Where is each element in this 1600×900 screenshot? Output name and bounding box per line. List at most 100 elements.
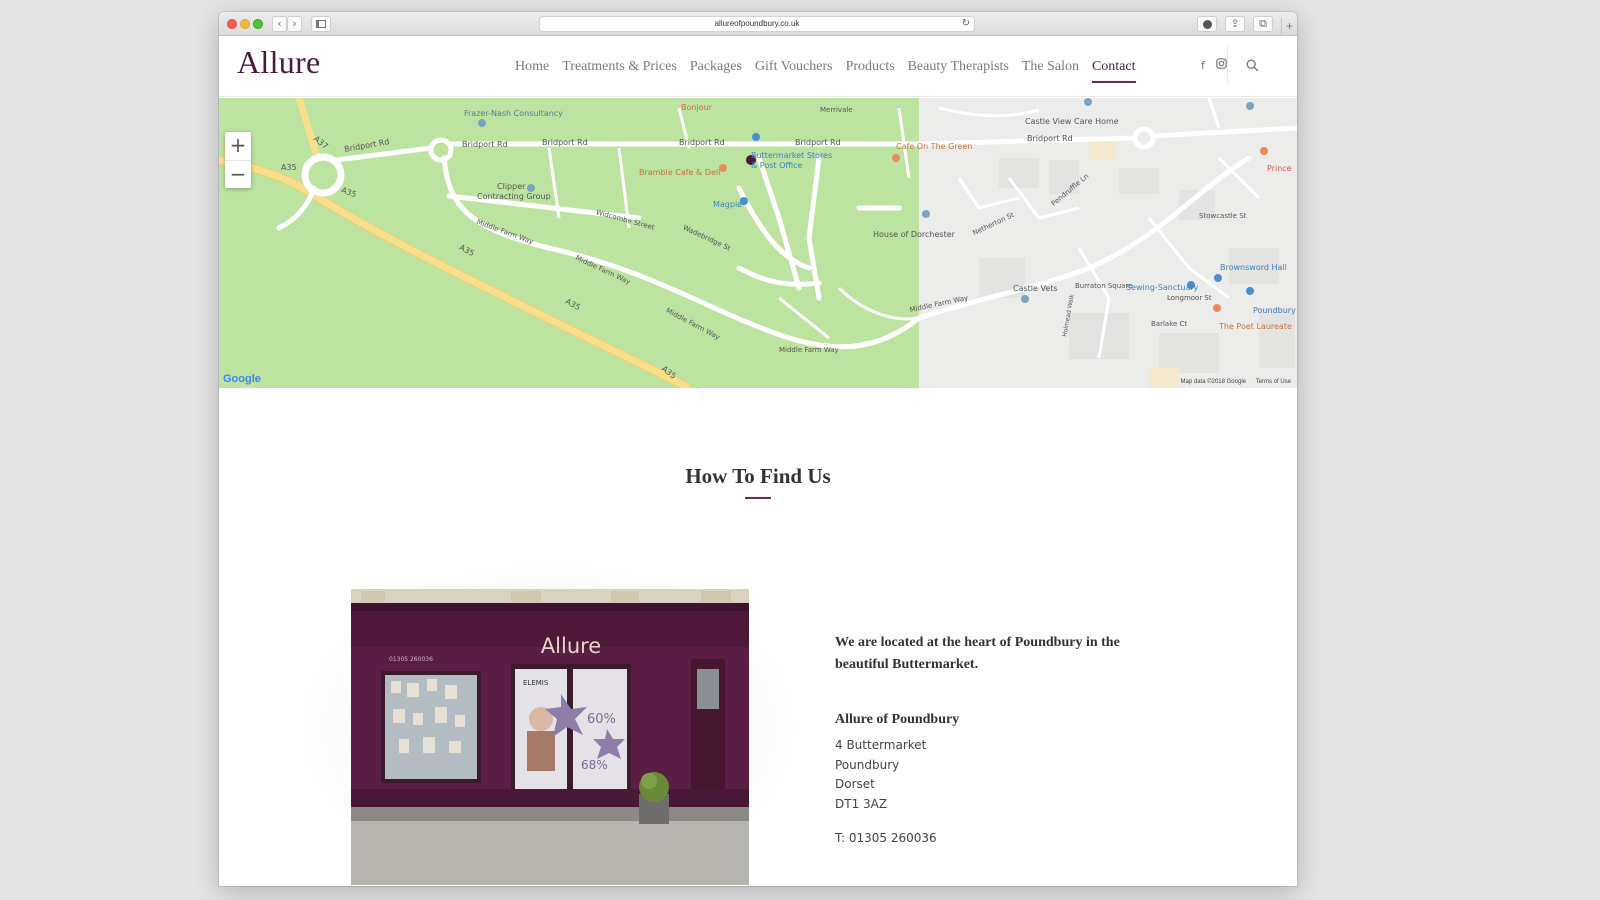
map-label: Bonjour — [681, 103, 712, 112]
nav-packages[interactable]: Packages — [690, 55, 742, 79]
map-label: Barlake Ct — [1151, 320, 1188, 328]
google-map[interactable]: Frazer-Nash Consultancy Bonjour Bridport… — [219, 98, 1297, 388]
share-icon: ⇪ — [1230, 17, 1240, 30]
map-label: Merrivale — [820, 106, 853, 114]
poster-brand-text: ELEMIS — [523, 679, 549, 687]
address-line: 4 Buttermarket — [835, 738, 927, 752]
url-text: allureofpoundbury.co.uk — [714, 19, 800, 28]
google-logo[interactable]: Google — [223, 373, 261, 385]
sidebar-icon — [316, 20, 326, 28]
map-label: Bridport Rd — [462, 140, 508, 149]
map-label: Castle Vets — [1013, 284, 1058, 293]
contact-info: We are located at the heart of Poundbury… — [835, 632, 1155, 845]
map-label: Poundbury — [1253, 306, 1296, 315]
map-label: A35 — [281, 163, 297, 172]
download-icon — [1202, 20, 1212, 29]
reload-icon[interactable]: ↻ — [962, 17, 970, 31]
map-label: Sewing-Sanctuary — [1126, 283, 1199, 292]
downloads-button[interactable] — [1197, 16, 1217, 32]
map-label: Middle Farm Way — [475, 218, 535, 246]
map-label: Wadebridge St — [681, 223, 732, 253]
address-line: DT1 3AZ — [835, 796, 888, 811]
nav-contact[interactable]: Contact — [1091, 55, 1136, 83]
map-label: The Poet Laureate — [1219, 322, 1292, 331]
title-underline — [745, 497, 771, 499]
site-header: Allure Home Treatments & Prices Packages… — [219, 36, 1297, 97]
map-label: A35 — [339, 185, 358, 200]
instagram-icon[interactable] — [1216, 58, 1227, 72]
map-attribution: Map data ©2018 Google Terms of Use — [1173, 379, 1291, 385]
terms-link[interactable]: Terms of Use — [1256, 379, 1291, 385]
google-logo-text: Google — [223, 373, 261, 385]
window-close-button[interactable] — [227, 19, 237, 29]
shop-front-photo: Allure 01305 260036 ELEMIS 60% 68% — [351, 589, 749, 885]
map-label: Middle Farm Way — [574, 253, 632, 287]
map-label: A35 — [563, 296, 582, 313]
map-label: Widcombe Street — [594, 208, 656, 232]
map-label: Brownsword Hall — [1220, 263, 1287, 272]
map-label: House of Dorchester — [873, 230, 955, 239]
map-label: Bridport Rd — [679, 138, 725, 147]
browser-window: ‹ › allureofpoundbury.co.uk ↻ ⇪ ⧉ + Allu… — [219, 12, 1297, 886]
address-line: Dorset — [835, 777, 875, 791]
map-label: Longmoor St — [1167, 294, 1212, 302]
window-zoom-button[interactable] — [253, 19, 263, 29]
shop-sign-text: Allure — [541, 634, 601, 658]
nav-treatments-prices[interactable]: Treatments & Prices — [562, 55, 677, 79]
nav-home[interactable]: Home — [515, 55, 549, 79]
forward-button[interactable]: › — [287, 16, 302, 32]
section-title: How To Find Us — [685, 464, 831, 488]
poster-pct1-text: 60% — [587, 712, 616, 727]
map-label: & Post Office — [751, 161, 803, 170]
header-divider — [1227, 46, 1228, 86]
chevron-left-icon: ‹ — [277, 17, 282, 30]
map-zoom-control: + − — [225, 132, 251, 188]
nav-beauty-therapists[interactable]: Beauty Therapists — [908, 55, 1009, 79]
map-label: Clipper — [497, 182, 526, 191]
map-label: Frazer-Nash Consultancy — [464, 109, 563, 118]
location-intro: We are located at the heart of Poundbury… — [835, 635, 1120, 672]
back-button[interactable]: ‹ — [272, 16, 287, 32]
facebook-icon[interactable]: f — [1201, 59, 1205, 72]
map-label: Buttermarket Stores — [751, 151, 833, 160]
map-data-text: Map data ©2018 Google — [1180, 379, 1246, 385]
nav-gift-vouchers[interactable]: Gift Vouchers — [755, 55, 833, 79]
chevron-right-icon: › — [292, 17, 297, 30]
nav-the-salon[interactable]: The Salon — [1022, 55, 1079, 79]
tabs-button[interactable]: ⧉ — [1253, 16, 1273, 32]
nav-products[interactable]: Products — [846, 55, 895, 79]
map-label: A35 — [457, 242, 476, 259]
address-bar[interactable]: allureofpoundbury.co.uk ↻ — [539, 16, 975, 32]
main-nav: Home Treatments & Prices Packages Gift V… — [515, 36, 1136, 97]
search-icon[interactable] — [1246, 59, 1259, 72]
map-label: Cafe On The Green — [896, 142, 973, 151]
map-label: Castle View Care Home — [1025, 117, 1119, 126]
map-label: Holmead Walk — [1061, 293, 1076, 338]
map-label: A37 — [311, 134, 330, 151]
map-label: Middle Farm Way — [664, 306, 722, 342]
map-label: Bridport Rd — [343, 137, 391, 154]
map-label: Contracting Group — [477, 192, 551, 201]
map-label: Netherton St — [971, 210, 1016, 238]
window-minimize-button[interactable] — [240, 19, 250, 29]
sidebar-button[interactable] — [311, 16, 331, 32]
address-block: 4 Buttermarket Poundbury Dorset DT1 3AZ — [835, 736, 1155, 814]
map-label: Middle Farm Way — [779, 346, 839, 354]
shop-front-illustration: Allure 01305 260036 ELEMIS 60% 68% — [351, 589, 749, 885]
map-label: Pendruffle Ln — [1049, 172, 1091, 208]
site-logo[interactable]: Allure — [237, 44, 321, 81]
map-label: Bridport Rd — [1027, 134, 1073, 143]
map-labels: Frazer-Nash Consultancy Bonjour Bridport… — [219, 98, 1297, 388]
map-label: Bridport Rd — [542, 138, 588, 147]
map-label: A35 — [659, 364, 678, 381]
business-name: Allure of Poundbury — [835, 712, 960, 727]
map-label: Prince — [1267, 164, 1292, 173]
map-label: Middle Farm Way — [908, 293, 969, 315]
map-label: Bridport Rd — [795, 138, 841, 147]
zoom-in-button[interactable]: + — [225, 132, 251, 160]
zoom-out-button[interactable]: − — [225, 160, 251, 188]
new-tab-button[interactable]: + — [1281, 18, 1297, 36]
share-button[interactable]: ⇪ — [1225, 16, 1245, 32]
address-line: Poundbury — [835, 757, 900, 772]
phone-number[interactable]: T: 01305 260036 — [835, 831, 1155, 845]
